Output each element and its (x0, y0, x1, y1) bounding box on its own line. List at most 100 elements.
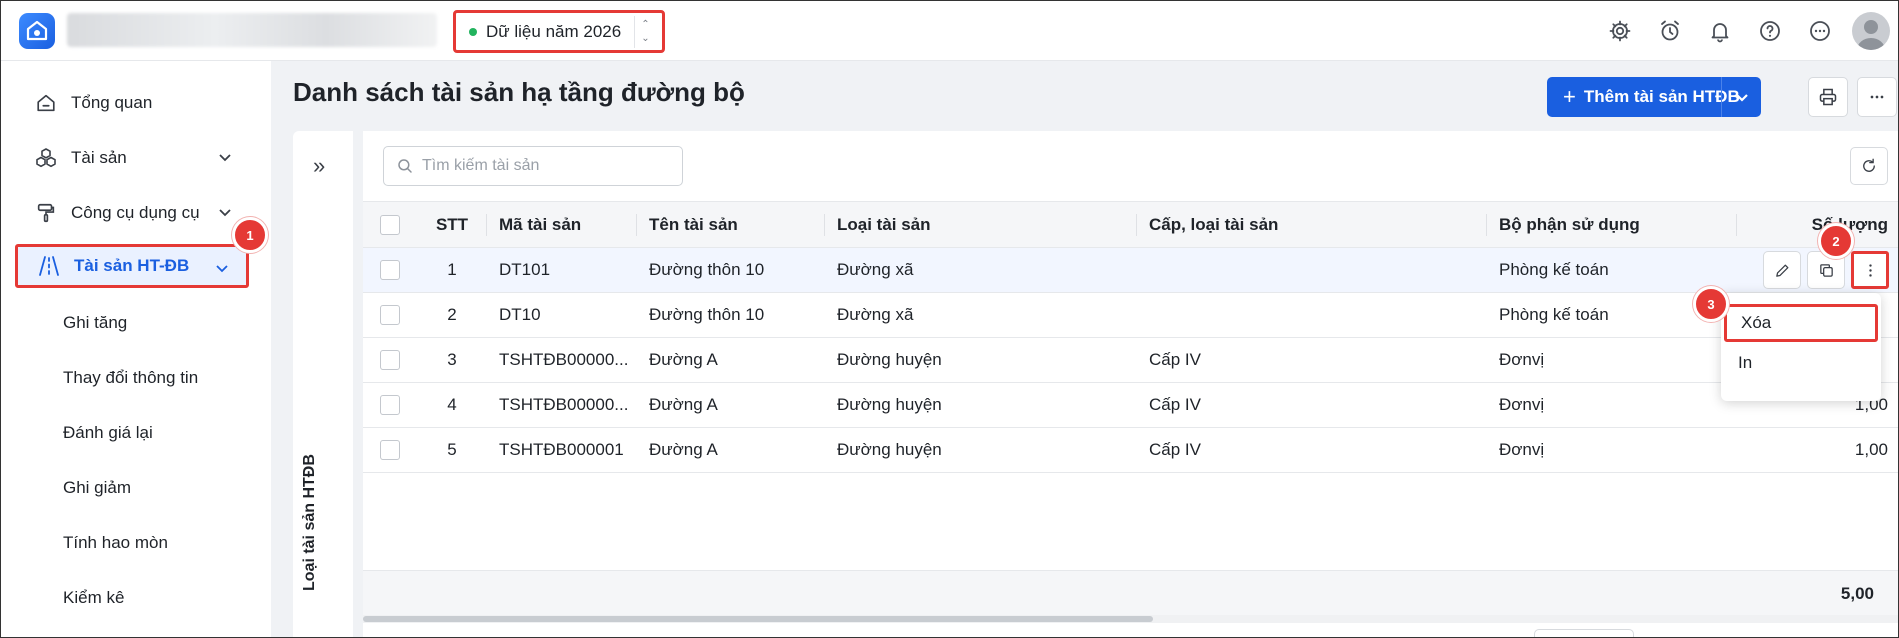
sidebar-item-label: Tài sản HT-ĐB (74, 256, 190, 275)
menu-item-print[interactable]: In (1724, 344, 1878, 382)
row-context-menu: Xóa In (1721, 293, 1881, 401)
home-logo-icon (26, 20, 48, 41)
chevron-down-icon[interactable]: ⌄ (641, 32, 649, 46)
cell-stt: 4 (417, 382, 487, 428)
sidebar-item-tools[interactable]: Công cụ dụng cụ (15, 191, 249, 235)
search-box[interactable] (383, 146, 683, 186)
cell-stt: 3 (417, 337, 487, 383)
add-asset-button[interactable]: + Thêm tài sản HTĐB (1547, 77, 1761, 117)
horizontal-scrollbar[interactable] (363, 615, 1898, 623)
sidebar-item-label: Công cụ dụng cụ (71, 203, 200, 222)
chevron-down-icon[interactable] (214, 260, 230, 276)
expand-panel-icon[interactable]: » (313, 153, 325, 179)
row-checkbox[interactable] (380, 395, 400, 416)
select-all-cell (363, 201, 417, 248)
cell-name: Đường A (637, 382, 825, 428)
column-header[interactable]: Mã tài sản (487, 201, 637, 248)
cell-name: Đường thôn 10 (637, 247, 825, 293)
sidebar-sub-item[interactable]: Kiểm kê (63, 588, 124, 608)
cell-stt: 1 (417, 247, 487, 293)
column-header[interactable]: Cấp, loại tài sản (1137, 201, 1487, 248)
step-badge: 1 (232, 217, 268, 253)
row-checkbox[interactable] (380, 350, 400, 371)
row-checkbox[interactable] (380, 260, 400, 281)
alarm-icon[interactable] (1652, 13, 1688, 49)
table-row[interactable]: 3 TSHTĐB00000... Đường A Đường huyện Cấp… (363, 337, 1898, 383)
cell-stt: 5 (417, 427, 487, 473)
app-logo[interactable] (19, 13, 55, 49)
more-actions-button[interactable] (1857, 77, 1897, 117)
year-selector[interactable]: Dữ liệu năm 2026 ⌃ ⌄ (453, 10, 665, 53)
print-button[interactable] (1808, 77, 1848, 117)
boxes-icon (33, 145, 59, 171)
column-header[interactable]: Loại tài sản (825, 201, 1137, 248)
scrollbar-thumb[interactable] (363, 616, 1153, 622)
chevron-down-icon[interactable] (217, 149, 233, 165)
top-bar: Dữ liệu năm 2026 ⌃ ⌄ (1, 1, 1898, 61)
edit-button[interactable] (1763, 251, 1801, 289)
column-header[interactable]: Bộ phận sử dụng (1487, 201, 1737, 248)
asset-type-panel-label: Loại tài sản HTĐB (301, 454, 318, 591)
table-row[interactable]: 1 DT101 Đường thôn 10 Đường xã Phòng kế … (363, 247, 1898, 293)
avatar[interactable] (1852, 12, 1890, 50)
sidebar-sub-item[interactable]: Ghi tăng (63, 313, 127, 333)
cell-type: Đường xã (825, 247, 1137, 293)
chevron-down-icon[interactable] (217, 204, 233, 220)
search-input[interactable] (422, 157, 662, 175)
sidebar-item-assets[interactable]: Tài sản (15, 136, 249, 180)
printer-icon (1819, 88, 1837, 106)
select-all-checkbox[interactable] (380, 214, 400, 235)
column-header[interactable]: STT (417, 201, 487, 248)
table-row[interactable]: 2 DT10 Đường thôn 10 Đường xã Phòng kế t… (363, 292, 1898, 338)
row-more-button[interactable] (1851, 251, 1889, 289)
cell-level: Cấp IV (1137, 382, 1487, 428)
sidebar-sub-item[interactable]: Ghi giảm (63, 478, 131, 498)
chevron-up-icon[interactable]: ⌃ (641, 18, 649, 32)
status-dot (469, 27, 477, 36)
sidebar-sub-item[interactable]: Đánh giá lại (63, 423, 153, 443)
cell-level (1137, 292, 1487, 338)
sidebar-sub-item[interactable]: Thay đổi thông tin (63, 368, 198, 388)
home-icon (33, 90, 59, 116)
menu-item-delete[interactable]: Xóa (1724, 304, 1878, 342)
sidebar-sub-item[interactable]: Tính hao mòn (63, 533, 168, 553)
sidebar-item-road-assets[interactable]: Tài sản HT-ĐB (15, 244, 249, 288)
cell-type: Đường huyện (825, 337, 1137, 383)
page-title: Danh sách tài sản hạ tầng đường bộ (293, 77, 745, 107)
year-stepper[interactable]: ⌃ ⌄ (634, 16, 656, 48)
refresh-button[interactable] (1850, 147, 1888, 185)
cell-stt: 2 (417, 292, 487, 338)
cell-type: Đường huyện (825, 427, 1137, 473)
sidebar-item-overview[interactable]: Tổng quan (15, 81, 249, 125)
table-header-row: STT Mã tài sản Tên tài sản Loại tài sản … (363, 201, 1898, 248)
gear-icon[interactable] (1602, 13, 1638, 49)
pagination-control[interactable] (1534, 629, 1634, 637)
help-icon[interactable] (1752, 13, 1788, 49)
sidebar: Tổng quan Tài sản Công cụ dụng cụ Tài sả… (1, 61, 271, 637)
copy-icon (1819, 263, 1833, 277)
asset-table: STT Mã tài sản Tên tài sản Loại tài sản … (363, 201, 1898, 473)
bell-icon[interactable] (1702, 13, 1738, 49)
cell-name: Đường thôn 10 (637, 292, 825, 338)
step-badge: 3 (1693, 286, 1729, 322)
top-icon-group (1602, 12, 1898, 50)
cell-dept: Đơnvị (1487, 382, 1737, 428)
row-checkbox[interactable] (380, 305, 400, 326)
sidebar-item-label: Tổng quan (71, 93, 153, 112)
cell-qty: 1,00 (1737, 427, 1898, 473)
cell-name: Đường A (637, 337, 825, 383)
row-checkbox[interactable] (380, 440, 400, 461)
blurred-org-name (67, 13, 437, 47)
more-horizontal-icon (1870, 95, 1884, 99)
table-row[interactable]: 4 TSHTĐB00000... Đường A Đường huyện Cấp… (363, 382, 1898, 428)
add-options-dropdown[interactable] (1721, 77, 1761, 117)
table-row[interactable]: 5 TSHTĐB000001 Đường A Đường huyện Cấp I… (363, 427, 1898, 473)
column-header[interactable]: Tên tài sản (637, 201, 825, 248)
cell-code: TSHTĐB000001 (487, 427, 637, 473)
cell-dept: Đơnvị (1487, 427, 1737, 473)
step-badge: 2 (1818, 223, 1854, 259)
asset-type-panel: » Loại tài sản HTĐB (293, 131, 353, 637)
year-label: Dữ liệu năm 2026 (486, 21, 622, 41)
more-icon[interactable] (1802, 13, 1838, 49)
pencil-icon (1775, 264, 1788, 277)
